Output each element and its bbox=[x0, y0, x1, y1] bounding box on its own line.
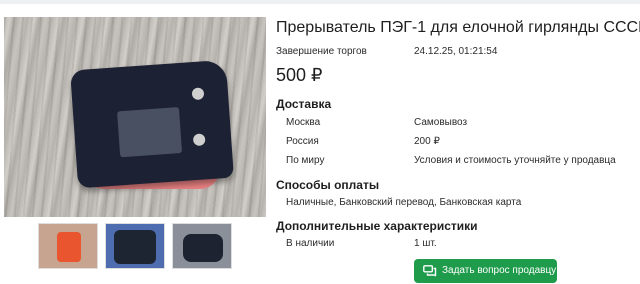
delivery-region-label: Москва bbox=[286, 117, 321, 128]
thumbnail-3[interactable] bbox=[172, 223, 232, 269]
ask-seller-label: Задать вопрос продавцу bbox=[442, 265, 557, 276]
photo-thumbnails bbox=[38, 223, 234, 269]
listing-title: Прерыватель ПЭГ-1 для елочной гирлянды С… bbox=[276, 19, 640, 36]
device-label bbox=[117, 107, 183, 158]
device-socket bbox=[192, 133, 206, 147]
delivery-heading: Доставка bbox=[276, 97, 332, 111]
thumbnail-image bbox=[114, 230, 156, 264]
extra-heading: Дополнительные характеристики bbox=[276, 219, 478, 233]
main-product-photo[interactable] bbox=[4, 17, 266, 217]
auction-end-label: Завершение торгов bbox=[276, 46, 367, 57]
stock-value: 1 шт. bbox=[414, 238, 437, 249]
thumbnail-image bbox=[183, 234, 223, 262]
thumbnail-1[interactable] bbox=[38, 223, 98, 269]
delivery-region-value: 200 ₽ bbox=[414, 136, 440, 147]
delivery-region-value: Самовывоз bbox=[414, 117, 468, 128]
auction-end-value: 24.12.25, 01:21:54 bbox=[414, 46, 498, 57]
payment-methods: Наличные, Банковский перевод, Банковская… bbox=[286, 197, 522, 208]
delivery-region-value: Условия и стоимость уточняйте у продавца bbox=[414, 155, 616, 166]
top-divider bbox=[0, 0, 640, 4]
stock-label: В наличии bbox=[286, 238, 335, 249]
chat-icon bbox=[423, 265, 437, 277]
delivery-region-label: По миру bbox=[286, 155, 325, 166]
payment-heading: Способы оплаты bbox=[276, 178, 380, 192]
device-body bbox=[70, 59, 234, 189]
thumbnail-image bbox=[57, 232, 81, 262]
price: 500 ₽ bbox=[276, 65, 323, 85]
delivery-region-label: Россия bbox=[286, 136, 319, 147]
ask-seller-button[interactable]: Задать вопрос продавцу bbox=[414, 259, 557, 283]
thumbnail-2[interactable] bbox=[105, 223, 165, 269]
device-socket bbox=[191, 87, 205, 101]
